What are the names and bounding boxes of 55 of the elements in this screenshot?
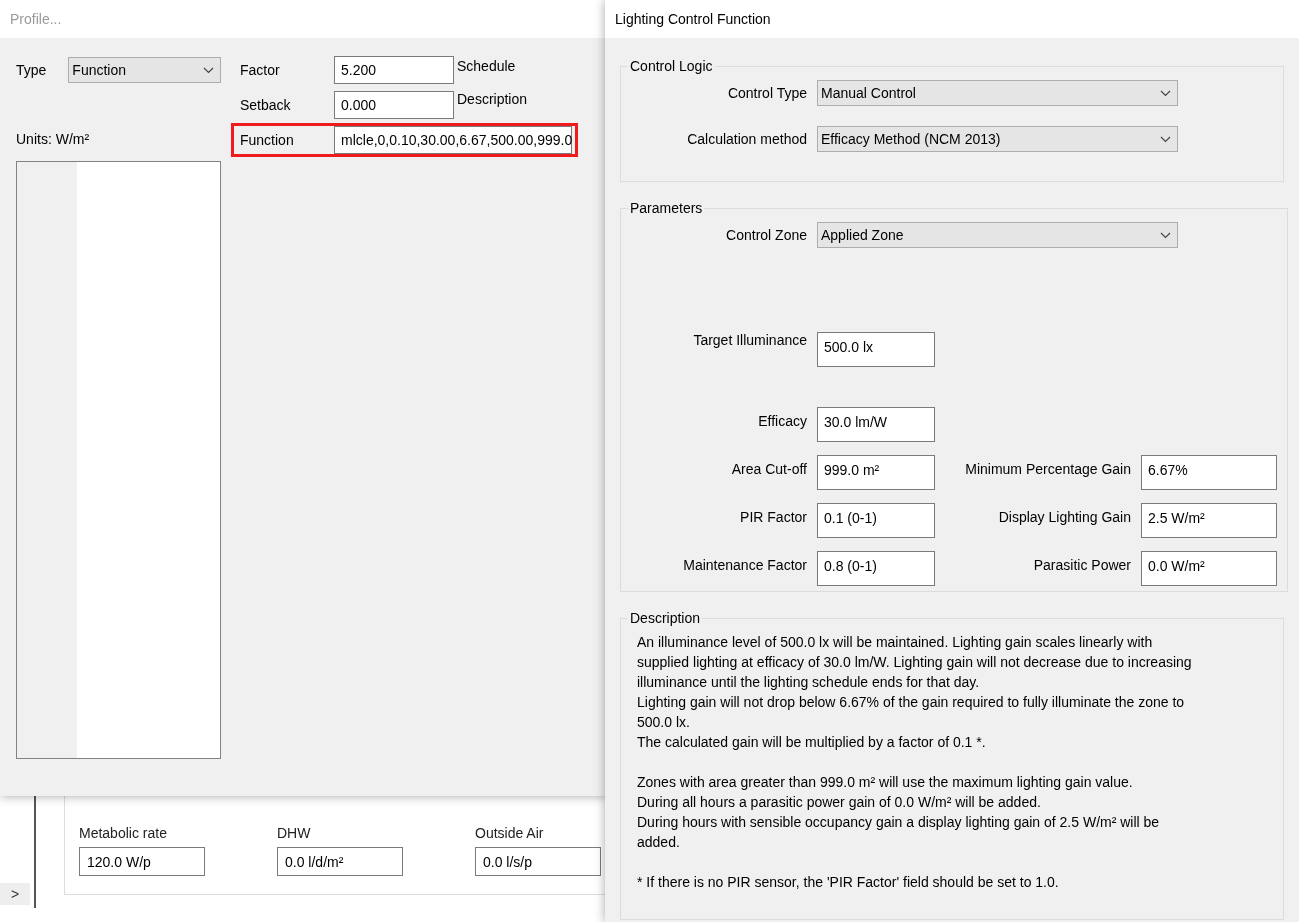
description-text: During all hours a parasitic power gain of 0.0 W/m² will be added.	[637, 793, 1042, 812]
input-field[interactable]: 0.0 l/d/m²	[277, 847, 403, 876]
description-text: Lighting gain will not drop below 6.67% of the gain required to fully illuminate the zone to 500.0 lx.	[637, 693, 1186, 732]
input-field[interactable]: 500.0 lx	[817, 332, 935, 367]
dropdown[interactable]: Efficacy Method (NCM 2013)	[817, 126, 1178, 152]
window-title: Lighting Control Function	[615, 11, 771, 27]
input-field[interactable]: 0.1 (0-1)	[817, 503, 935, 538]
caret-icon	[1160, 231, 1171, 239]
expand-button[interactable]: >	[0, 883, 30, 905]
dropdown[interactable]: Manual Control	[817, 80, 1178, 106]
window-title: Profile...	[10, 11, 62, 27]
caret-icon	[1160, 89, 1171, 97]
field-label: Display Lighting Gain	[997, 508, 1131, 525]
field-label: Schedule	[457, 58, 517, 74]
input-field[interactable]: 30.0 lm/W	[817, 407, 935, 442]
field-label: Parasitic Power	[1032, 556, 1131, 573]
description-text: The calculated gain will be multiplied by a factor of 0.1 *.	[637, 733, 987, 752]
dropdown[interactable]: Function	[68, 57, 222, 83]
description-text: During hours with sensible occupancy gain a display lighting gain of 2.5 W/m² will be added.	[637, 813, 1161, 852]
input-field[interactable]: 0.0 W/m²	[1141, 551, 1277, 586]
input-field[interactable]: 2.5 W/m²	[1141, 503, 1277, 538]
input-field[interactable]: 5.200	[334, 56, 454, 84]
input-field[interactable]: mlcle,0,0.10,30.00,6.67,500.00,999.0	[334, 126, 572, 154]
field-label: Control Zone	[725, 227, 807, 243]
field-label: Efficacy	[757, 412, 807, 429]
caret-icon	[1160, 135, 1171, 143]
input-field[interactable]: 0.000	[334, 91, 454, 119]
field-label: Target Illuminance	[692, 332, 807, 348]
field-label: Control Type	[726, 85, 807, 101]
field-label: Maintenance Factor	[682, 556, 807, 573]
input-field[interactable]: 999.0 m²	[817, 455, 935, 490]
field-label: Type	[16, 62, 47, 78]
caret-icon	[203, 66, 215, 74]
input-field[interactable]: 6.67%	[1141, 455, 1277, 490]
field-label: Metabolic rate	[79, 825, 168, 841]
highlight-frame: Function mlcle,0,0.10,30.00,6.67,500.00,999.0	[231, 123, 578, 157]
input-field[interactable]: 0.0 l/s/p	[475, 847, 601, 876]
list-box[interactable]	[16, 161, 221, 759]
input-field[interactable]: 0.8 (0-1)	[817, 551, 935, 586]
field-label: Area Cut-off	[730, 460, 807, 477]
field-label: Calculation method	[686, 131, 807, 147]
group-title: Control Logic	[629, 58, 714, 74]
field-label: Description	[457, 91, 528, 107]
group-title: Description	[629, 610, 702, 626]
field-label: Outside Air	[475, 825, 545, 841]
units-label: Units: W/m²	[16, 131, 91, 147]
group-title: Parameters	[629, 200, 704, 216]
dropdown[interactable]: Applied Zone	[817, 222, 1178, 248]
input-field[interactable]: 120.0 W/p	[79, 847, 205, 876]
description-text: An illuminance level of 500.0 lx will be maintained. Lighting gain scales linearly with supplied lighting at efficacy of 30.0 lm/W. Lighting gain will not decrease due to increasing illuminance until the lighting schedule ends for that day.	[637, 633, 1193, 692]
field-label: PIR Factor	[739, 508, 807, 525]
description-text: Zones with area greater than 999.0 m² will use the maximum lighting gain value.	[637, 773, 1134, 792]
field-label: DHW	[277, 825, 312, 841]
description-text: * If there is no PIR sensor, the 'PIR Factor' field should be set to 1.0.	[637, 873, 1060, 892]
field-label: Minimum Percentage Gain	[964, 460, 1131, 477]
